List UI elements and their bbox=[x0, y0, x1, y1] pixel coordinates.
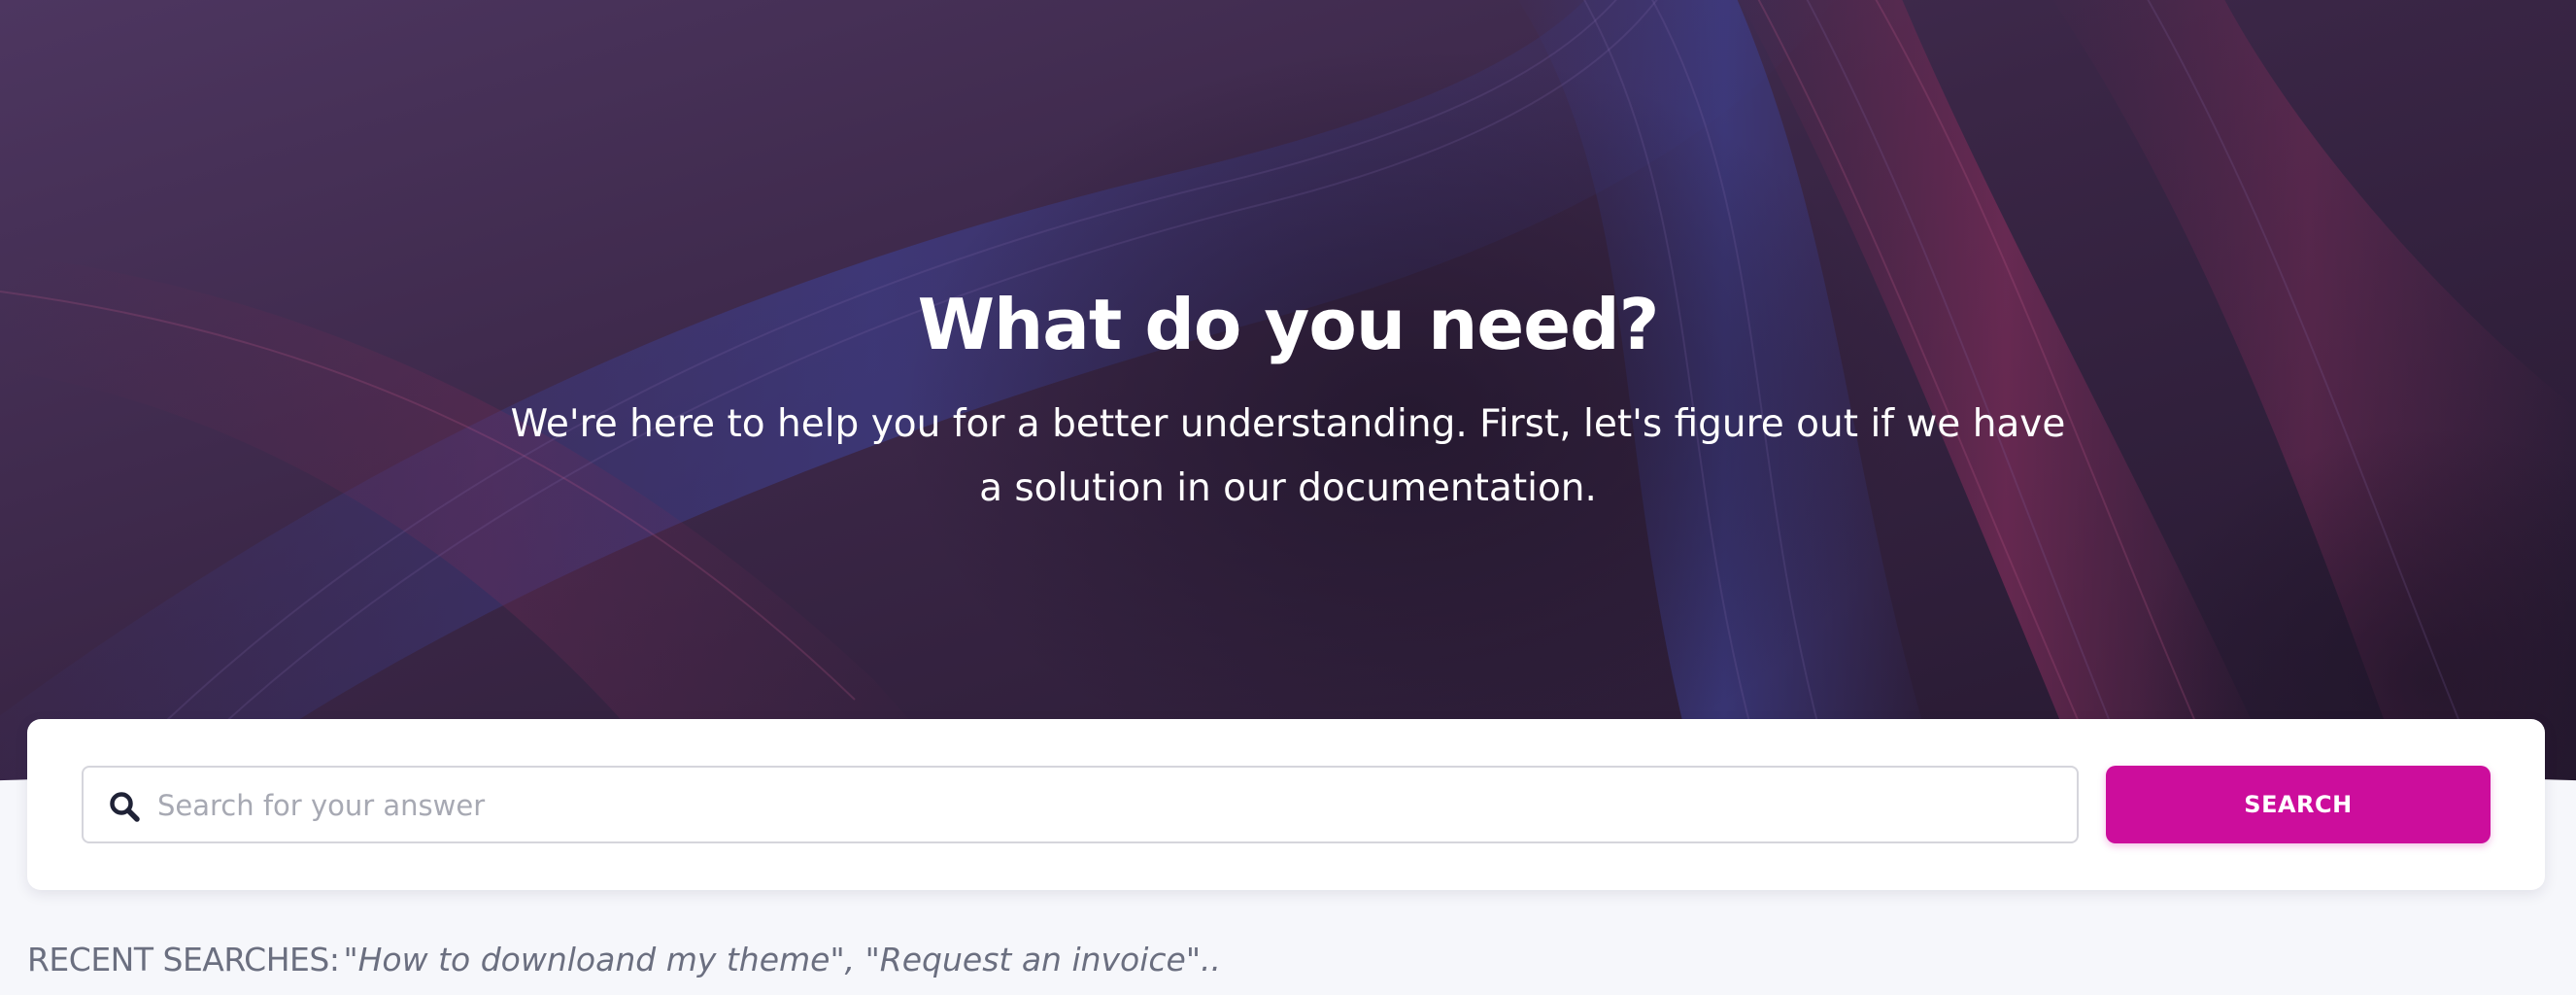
recent-searches-list[interactable]: "How to downloand my theme", "Request an… bbox=[343, 941, 1221, 978]
help-center-page: What do you need? We're here to help you… bbox=[0, 0, 2576, 995]
recent-searches: RECENT SEARCHES: "How to downloand my the… bbox=[27, 941, 1221, 978]
search-icon bbox=[110, 792, 140, 822]
search-field[interactable] bbox=[82, 766, 2079, 843]
search-card: SEARCH bbox=[27, 719, 2545, 890]
search-input[interactable] bbox=[155, 773, 2053, 838]
recent-searches-label: RECENT SEARCHES: bbox=[27, 941, 340, 978]
search-button[interactable]: SEARCH bbox=[2106, 766, 2491, 843]
page-title: What do you need? bbox=[917, 284, 1660, 365]
hero-subtitle: We're here to help you for a better unde… bbox=[510, 402, 2066, 510]
hero-banner: What do you need? We're here to help you… bbox=[0, 0, 2576, 789]
